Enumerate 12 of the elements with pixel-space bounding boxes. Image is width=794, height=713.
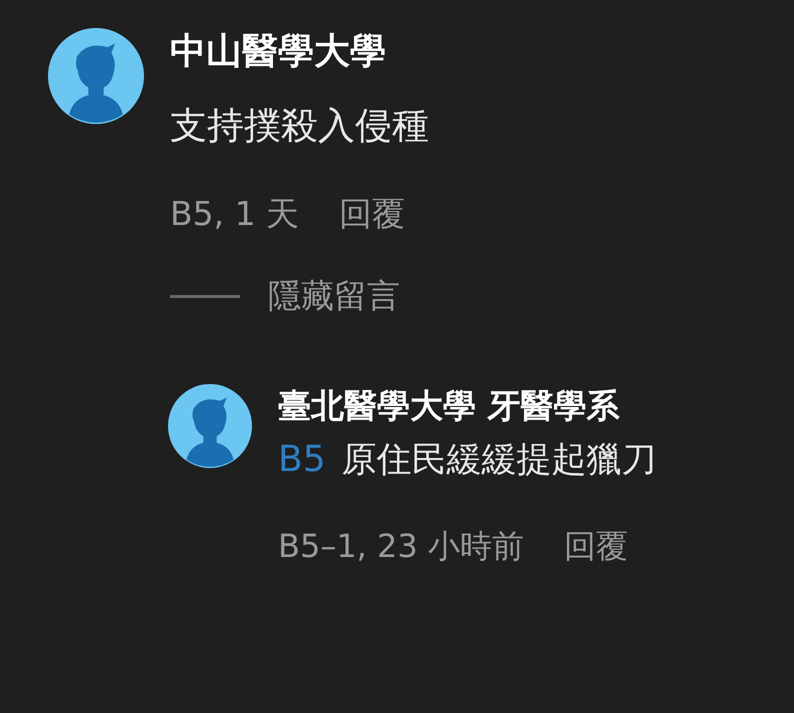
author-name: 中山醫學大學 xyxy=(170,30,387,74)
comment-text: 支持撲殺入侵種 xyxy=(170,103,429,149)
comment-text: 原住民緩緩提起獵刀 xyxy=(342,439,657,482)
mention-link[interactable]: B5 xyxy=(278,436,326,484)
hide-replies-link[interactable]: 隱藏留言 xyxy=(170,274,429,318)
comment-meta: B5–1, 23 小時前 xyxy=(278,526,524,567)
reply-link[interactable]: 回覆 xyxy=(564,524,628,568)
author-name: 臺北醫學大學 牙醫學系 xyxy=(278,385,620,427)
comment-meta: B5, 1 天 xyxy=(170,193,300,235)
reply-link[interactable]: 回覆 xyxy=(339,192,406,236)
avatar-icon xyxy=(48,28,144,124)
avatar-icon xyxy=(168,384,252,468)
